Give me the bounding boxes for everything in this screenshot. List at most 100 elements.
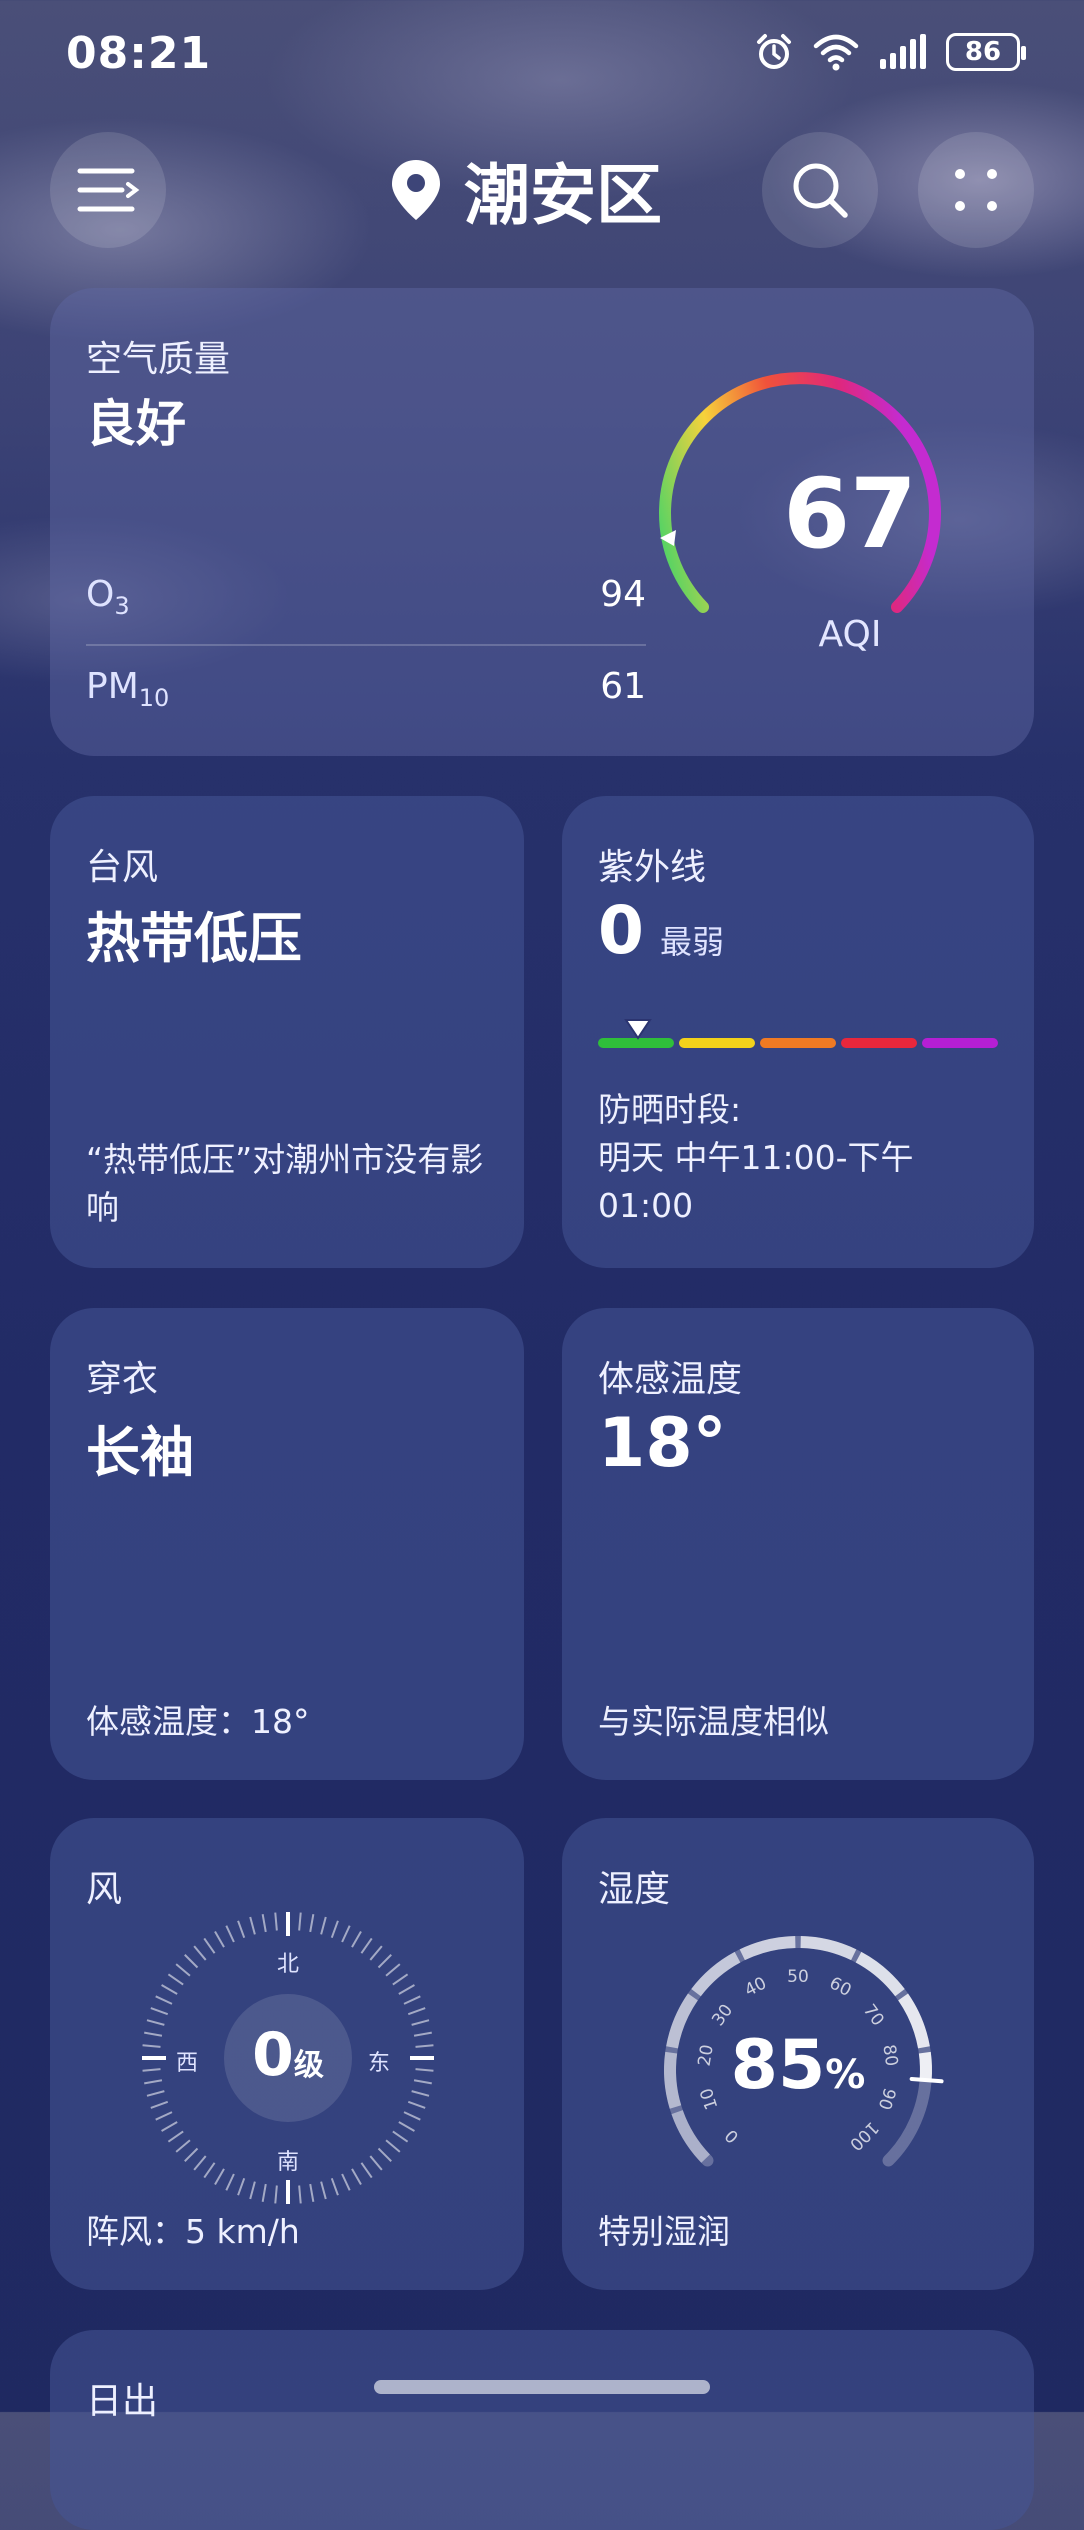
- more-dots-icon: [955, 169, 997, 211]
- home-indicator[interactable]: [374, 2380, 710, 2394]
- compass-tick: [351, 1931, 362, 1948]
- compass-tick: [403, 2111, 421, 2121]
- humidity-fill-segment: [855, 1951, 905, 1997]
- humidity-title: 湿度: [598, 1869, 671, 1910]
- humidity-tick-label: 60: [826, 1973, 854, 2001]
- compass-tick: [144, 2031, 163, 2037]
- compass-tick: [407, 2100, 426, 2109]
- uv-card[interactable]: 紫外线 0 最弱 防晒时段: 明天 中午11:00-下午01:00: [562, 796, 1034, 1268]
- compass-tick: [193, 1945, 207, 1961]
- typhoon-card[interactable]: 台风 热带低压 “热带低压”对潮州市没有影响: [50, 796, 524, 1268]
- compass-tick: [330, 2177, 339, 2196]
- more-button[interactable]: [918, 132, 1034, 248]
- air-quality-card[interactable]: 空气质量 良好 O3 94 PM10 61 67 AQI: [50, 288, 1034, 756]
- compass-east: 东: [368, 2051, 391, 2076]
- menu-button[interactable]: [50, 132, 166, 248]
- compass-tick: [184, 2147, 199, 2162]
- compass-tick: [142, 2044, 161, 2048]
- city-title[interactable]: 潮安区: [390, 142, 662, 238]
- compass-tick: [298, 1912, 302, 1931]
- uv-scale-segment: [760, 1038, 836, 1048]
- uv-title: 紫外线: [598, 847, 707, 888]
- pollutant-name: PM: [86, 666, 139, 707]
- compass-tick: [392, 2130, 409, 2143]
- feels-like-value: 18°: [598, 1404, 727, 1483]
- uv-level: 最弱: [659, 923, 724, 961]
- uv-scale-segment: [922, 1038, 998, 1048]
- compass-tick: [320, 2181, 327, 2200]
- compass-tick: [411, 2090, 430, 2097]
- compass-tick: [413, 2031, 432, 2037]
- compass-tick: [398, 1984, 415, 1995]
- compass-tick: [385, 2139, 401, 2153]
- wind-level-unit: 级: [293, 2048, 324, 2083]
- typhoon-title: 台风: [86, 847, 159, 888]
- compass-tick: [144, 2079, 163, 2085]
- wifi-icon: [813, 34, 859, 71]
- compass-tick: [249, 2181, 256, 2200]
- air-quality-title: 空气质量: [86, 339, 231, 380]
- search-icon: [793, 163, 848, 218]
- compass-tick: [377, 1954, 392, 1969]
- wind-card[interactable]: 风 北 南 西 东 0 级 阵风：5 km/h: [50, 1818, 524, 2290]
- feels-like-card[interactable]: 体感温度 18° 与实际温度相似: [562, 1308, 1034, 1780]
- status-time: 08:21: [66, 28, 212, 79]
- humidity-tick-label: 50: [787, 1967, 809, 1987]
- compass-tick: [309, 1914, 315, 1933]
- humidity-card[interactable]: 湿度 0 10 20 30 40 50 60 70 80 90 100 85% 特别湿润: [562, 1818, 1034, 2290]
- compass-tick: [155, 2111, 173, 2121]
- compass-tick: [237, 2177, 246, 2196]
- top-bar: 潮安区: [0, 130, 1084, 250]
- compass-tick: [413, 2079, 432, 2085]
- air-quality-level: 良好: [86, 395, 186, 453]
- humidity-fill-segment: [691, 1951, 741, 1997]
- humidity-unit: %: [825, 2052, 866, 2098]
- battery-indicator: 86: [946, 33, 1026, 71]
- compass-tick: [341, 1925, 351, 1943]
- pollutant-subscript: 10: [138, 684, 170, 713]
- compass-tick: [214, 1931, 225, 1948]
- pollutant-row: PM10 61: [86, 666, 646, 712]
- compass-tick: [225, 1925, 235, 1943]
- city-name: 潮安区: [464, 157, 662, 234]
- compass-tick: [225, 2173, 235, 2191]
- humidity-fill-segment: [671, 2109, 711, 2163]
- compass-tick: [142, 2068, 161, 2072]
- compass-tick: [150, 2100, 169, 2109]
- compass-tick: [351, 2168, 362, 2185]
- compass-tick: [175, 1963, 191, 1977]
- compass-tick: [415, 2068, 434, 2072]
- compass-tick: [360, 2162, 373, 2179]
- signal-icon: [880, 34, 926, 69]
- compass-tick: [309, 2183, 315, 2202]
- compass-tick: [411, 2019, 430, 2026]
- uv-protect-time: 明天 中午11:00-下午01:00: [598, 1138, 914, 1225]
- typhoon-value: 热带低压: [86, 907, 302, 970]
- compass-tick: [161, 1984, 178, 1995]
- uv-scale-segment: [841, 1038, 917, 1048]
- wind-title: 风: [86, 1869, 123, 1910]
- compass-tick: [403, 1995, 421, 2005]
- status-bar: 08:21 86: [0, 0, 1084, 110]
- compass-tick: [377, 2147, 392, 2162]
- wind-level-value: 0: [252, 2020, 294, 2090]
- compass-tick: [249, 1916, 256, 1935]
- humidity-fill-segment: [800, 1936, 857, 1961]
- clothing-value: 长袖: [86, 1421, 194, 1484]
- compass-tick: [274, 1912, 278, 1931]
- compass-tick: [369, 1945, 383, 1961]
- compass-tick: [155, 1995, 173, 2005]
- compass-tick: [385, 1963, 401, 1977]
- compass-tick: [392, 1973, 409, 1986]
- uv-index: 0: [598, 892, 644, 969]
- clothing-card[interactable]: 穿衣 长袖 体感温度：18°: [50, 1308, 524, 1780]
- compass-tick: [146, 2019, 165, 2026]
- uv-value-row: 0 最弱: [598, 892, 724, 969]
- compass-south: 南: [276, 2150, 299, 2175]
- search-button[interactable]: [762, 132, 878, 248]
- compass-tick: [161, 2121, 178, 2132]
- alarm-icon: [757, 34, 791, 69]
- wind-level: 0 级: [228, 2020, 348, 2090]
- compass-tick: [203, 2162, 216, 2179]
- sunrise-card[interactable]: 日出: [50, 2330, 1034, 2530]
